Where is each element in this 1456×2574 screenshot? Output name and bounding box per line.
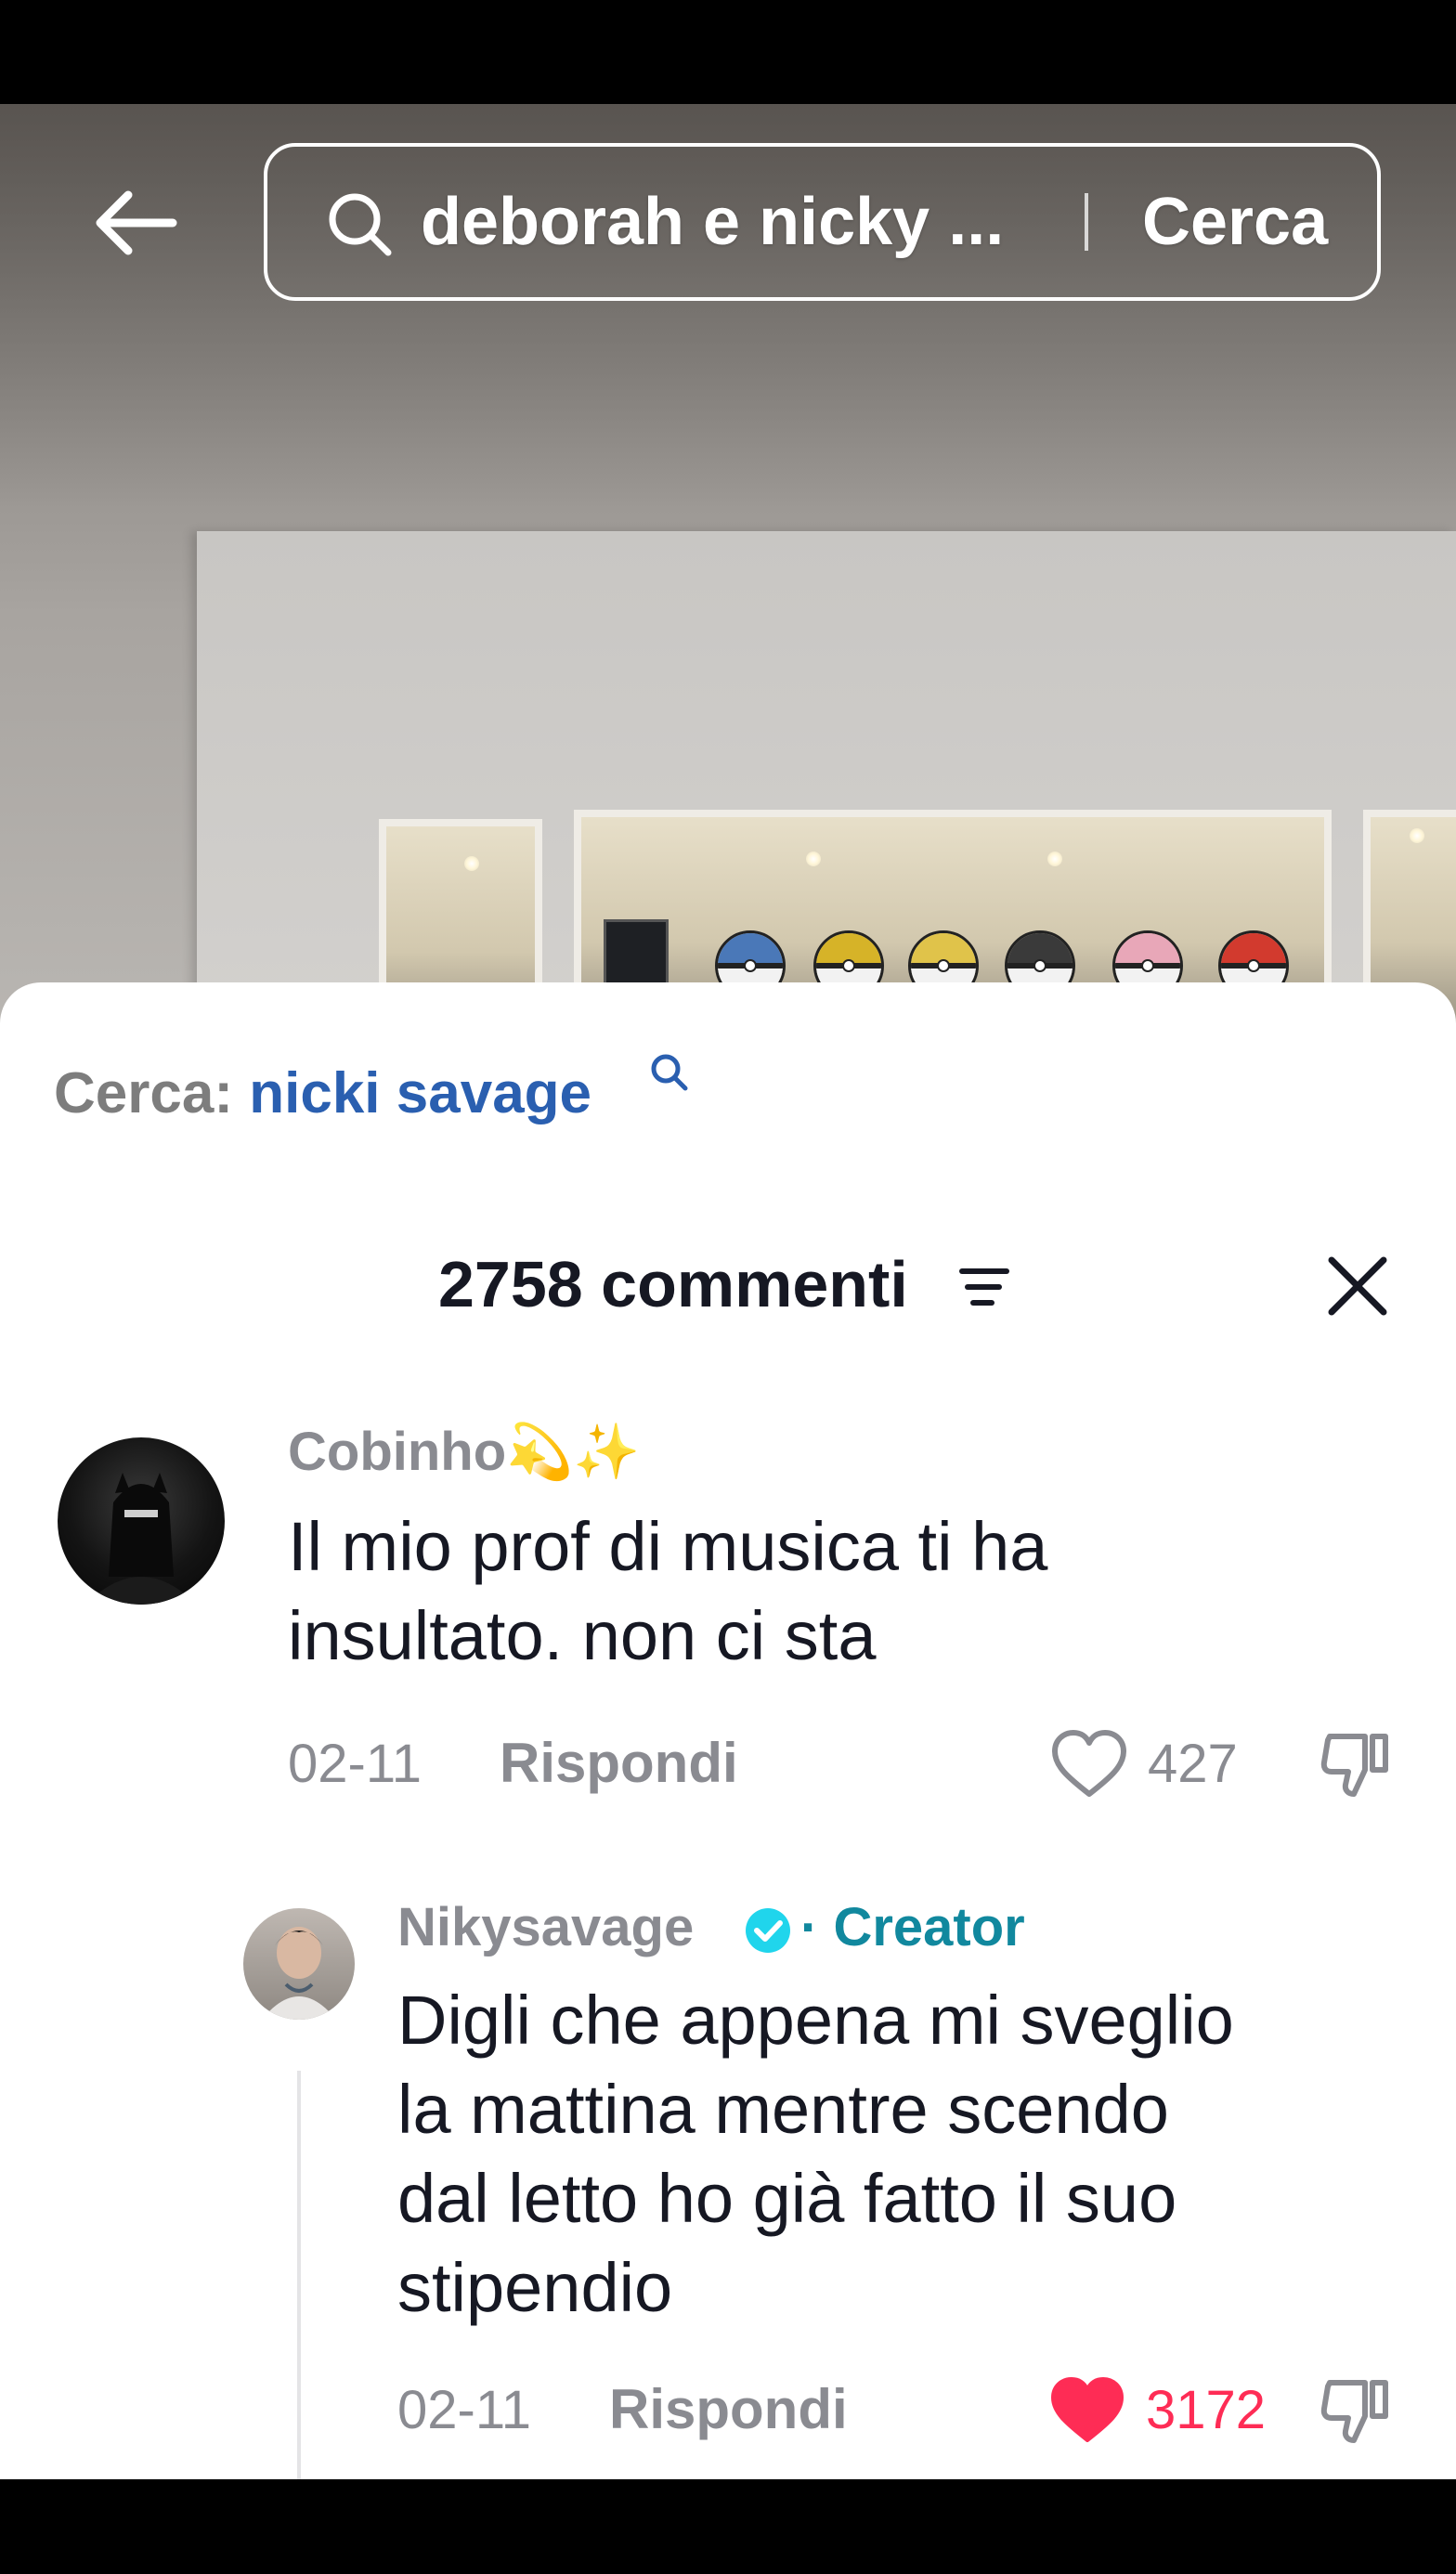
reply-username[interactable]: Nikysavage: [397, 1896, 694, 1958]
heart-icon[interactable]: [1049, 1727, 1129, 1801]
creator-badge: · Creator: [800, 1896, 1025, 1958]
sort-icon[interactable]: [956, 1264, 1012, 1310]
search-submit-button[interactable]: Cerca: [1142, 147, 1328, 297]
avatar[interactable]: [243, 1908, 355, 2020]
like-count: 3172: [1146, 2380, 1267, 2440]
thread-line: [297, 2071, 301, 2479]
reply-date: 02-11: [397, 2380, 532, 2440]
search-icon: [651, 1054, 688, 1091]
comment-text: Il mio prof di musica ti ha insultato. n…: [288, 1502, 1402, 1681]
status-bar-area: [0, 0, 1456, 104]
heart-icon[interactable]: [1047, 2373, 1127, 2448]
dislike-icon[interactable]: [1317, 1725, 1395, 1803]
like-count: 427: [1148, 1734, 1238, 1794]
comment-text-line: Il mio prof di musica ti ha: [288, 1508, 1048, 1585]
comments-sheet: Cerca: nicki savage 2758 commenti Cobinh…: [0, 982, 1456, 2479]
comment-date: 02-11: [288, 1734, 422, 1794]
search-divider: [1085, 193, 1088, 251]
comment-text-line: insultato. non ci sta: [288, 1597, 877, 1674]
comments-count-title: 2758 commenti: [438, 1248, 908, 1320]
search-bar[interactable]: deborah e nicky ... Cerca: [264, 143, 1381, 301]
search-suggestion-term[interactable]: nicki savage: [249, 1061, 592, 1125]
video-shelf-light: [806, 852, 821, 866]
video-shelf-light: [1047, 852, 1062, 866]
video-shelf-light: [1410, 828, 1424, 843]
comments-header: 2758 commenti: [0, 1228, 1456, 1340]
search-icon: [329, 193, 392, 256]
search-suggestion-label: Cerca:: [54, 1061, 233, 1125]
reply-text: Digli che appena mi sveglio la mattina m…: [397, 1976, 1428, 2333]
reply-text-line: la mattina mentre scendo: [397, 2071, 1169, 2148]
back-button[interactable]: [89, 176, 182, 269]
reply-button[interactable]: Rispondi: [500, 1731, 738, 1795]
reply-text-line: dal letto ho già fatto il suo: [397, 2160, 1177, 2237]
avatar[interactable]: [58, 1437, 225, 1605]
close-icon[interactable]: [1319, 1247, 1397, 1325]
badge-separator: ·: [800, 1897, 819, 1957]
search-suggestion[interactable]: Cerca: nicki savage: [54, 1054, 688, 1126]
navigation-bar-area: [0, 2479, 1456, 2574]
badge-label: Creator: [833, 1897, 1025, 1957]
reply-text-line: stipendio: [397, 2249, 673, 2326]
reply-button[interactable]: Rispondi: [609, 2377, 848, 2441]
search-query[interactable]: deborah e nicky ...: [421, 147, 1004, 297]
avatar-image: [85, 1473, 197, 1605]
comment-username[interactable]: Cobinho💫✨: [288, 1421, 641, 1484]
reply-text-line: Digli che appena mi sveglio: [397, 1982, 1234, 2059]
back-arrow-icon: [96, 190, 177, 255]
video-shelf-light: [464, 856, 479, 871]
avatar-image: [262, 1927, 336, 2020]
dislike-icon[interactable]: [1317, 2372, 1395, 2450]
verified-icon: [746, 1908, 790, 1953]
